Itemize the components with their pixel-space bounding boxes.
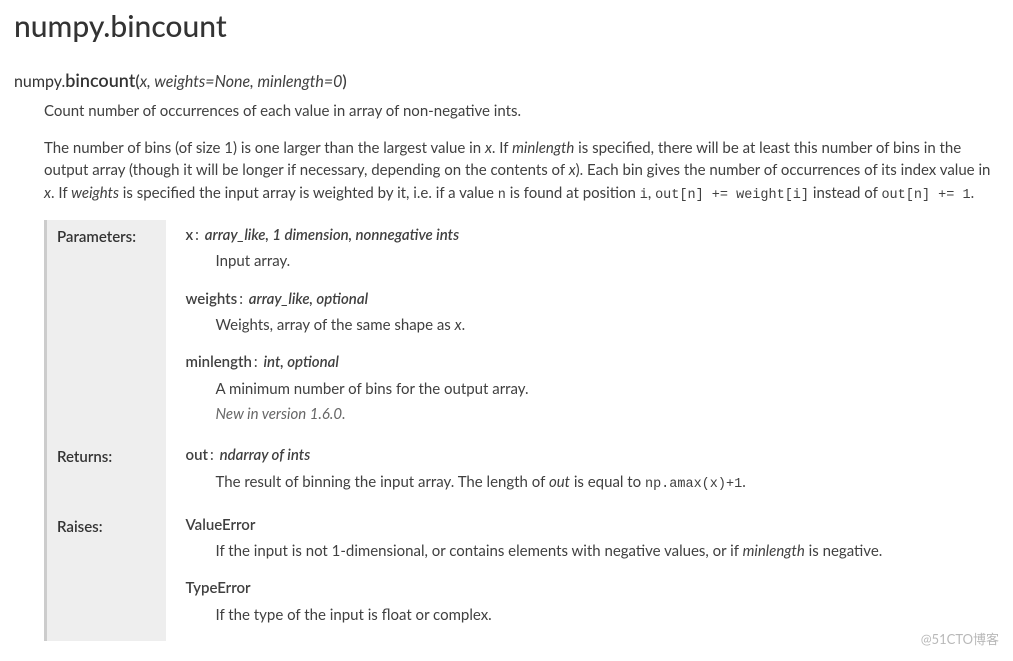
page-title: numpy.bincount	[14, 0, 999, 49]
param-desc-weights: Weights, array of the same shape as x.	[216, 314, 989, 337]
raise-typeerror: TypeError If the type of the input is fl…	[186, 577, 990, 627]
function-signature: numpy.bincount(x, weights=None, minlengt…	[14, 67, 999, 94]
code-expr: out[n] += 1	[881, 188, 970, 203]
desc-em-weights: weights	[71, 184, 119, 202]
desc-post: is negative.	[805, 542, 882, 560]
returns-row: Returns: out: ndarray of ints The result…	[46, 440, 998, 509]
return-type: ndarray of ints	[220, 446, 311, 464]
desc-code: np.amax(x)+1	[645, 477, 742, 492]
param-name-weights: weights	[186, 290, 238, 308]
param-type-minlength: int, optional	[263, 353, 338, 371]
desc-text: ,	[648, 184, 655, 202]
desc-em: minlength	[743, 542, 805, 560]
raise-name-valueerror: ValueError	[186, 516, 256, 534]
raise-desc-typeerror: If the type of the input is float or com…	[216, 604, 990, 627]
description: The number of bins (of size 1) is one la…	[44, 137, 999, 206]
function-block: numpy.bincount(x, weights=None, minlengt…	[14, 67, 999, 641]
desc-pre: If the input is not 1-dimensional, or co…	[216, 542, 743, 560]
raise-valueerror: ValueError If the input is not 1-dimensi…	[186, 514, 990, 564]
raise-desc-valueerror: If the input is not 1-dimensional, or co…	[216, 540, 990, 563]
desc-em-minlength: minlength	[512, 139, 574, 157]
code-i: i	[640, 188, 648, 203]
desc-pre: Weights, array of the same shape as	[216, 316, 455, 334]
field-list-table: Parameters: x: array_like, 1 dimension, …	[44, 220, 999, 641]
desc-post: .	[742, 473, 746, 491]
desc-text: .	[971, 184, 975, 202]
sig-module: numpy.	[14, 72, 65, 91]
parameters-label: Parameters:	[46, 220, 166, 441]
param-type-x: array_like, 1 dimension, nonnegative int…	[205, 226, 459, 244]
function-body: Count number of occurrences of each valu…	[44, 100, 999, 641]
return-out: out: ndarray of ints The result of binni…	[186, 444, 989, 495]
desc-text: . If	[51, 184, 71, 202]
param-weights: weights: array_like, optional Weights, a…	[186, 288, 989, 338]
sig-close-paren: )	[342, 72, 346, 91]
sig-name: bincount	[65, 69, 135, 91]
desc-text: . If	[492, 139, 512, 157]
summary: Count number of occurrences of each valu…	[44, 100, 999, 123]
param-minlength: minlength: int, optional A minimum numbe…	[186, 351, 989, 426]
returns-body: out: ndarray of ints The result of binni…	[166, 440, 998, 509]
raises-row: Raises: ValueError If the input is not 1…	[46, 510, 998, 642]
code-expr: out[n] += weight[i]	[655, 188, 809, 203]
return-desc: The result of binning the input array. T…	[216, 471, 989, 496]
desc-text: A minimum number of bins for the output …	[216, 380, 529, 398]
desc-em-x: x	[44, 184, 51, 202]
desc-em: out	[549, 473, 570, 491]
desc-text: is found at position	[506, 184, 640, 202]
desc-text: The number of bins (of size 1) is one la…	[44, 139, 485, 157]
parameters-row: Parameters: x: array_like, 1 dimension, …	[46, 220, 998, 441]
desc-pre: The result of binning the input array. T…	[216, 473, 549, 491]
returns-label: Returns:	[46, 440, 166, 509]
param-name-minlength: minlength	[186, 353, 252, 371]
parameters-body: x: array_like, 1 dimension, nonnegative …	[166, 220, 998, 441]
code-n: n	[498, 188, 506, 203]
param-desc-minlength: A minimum number of bins for the output …	[216, 378, 989, 427]
raise-name-typeerror: TypeError	[186, 579, 251, 597]
desc-em-x: x	[569, 161, 576, 179]
desc-em: x	[455, 316, 462, 334]
watermark: @51CTO博客	[921, 630, 999, 650]
desc-text: ). Each bin gives the number of occurren…	[576, 161, 991, 179]
raises-label: Raises:	[46, 510, 166, 642]
desc-text: is specified the input array is weighted…	[119, 184, 498, 202]
desc-mid: is equal to	[570, 473, 645, 491]
desc-em-x: x	[485, 139, 492, 157]
param-type-weights: array_like, optional	[249, 290, 368, 308]
return-name: out	[186, 446, 208, 464]
param-x: x: array_like, 1 dimension, nonnegative …	[186, 224, 989, 274]
sig-params: x, weights=None, minlength=0	[140, 72, 343, 91]
version-added: New in version 1.6.0.	[216, 403, 989, 426]
desc-text: instead of	[809, 184, 881, 202]
raises-body: ValueError If the input is not 1-dimensi…	[166, 510, 998, 642]
param-desc-x: Input array.	[216, 250, 989, 273]
desc-post: .	[462, 316, 466, 334]
